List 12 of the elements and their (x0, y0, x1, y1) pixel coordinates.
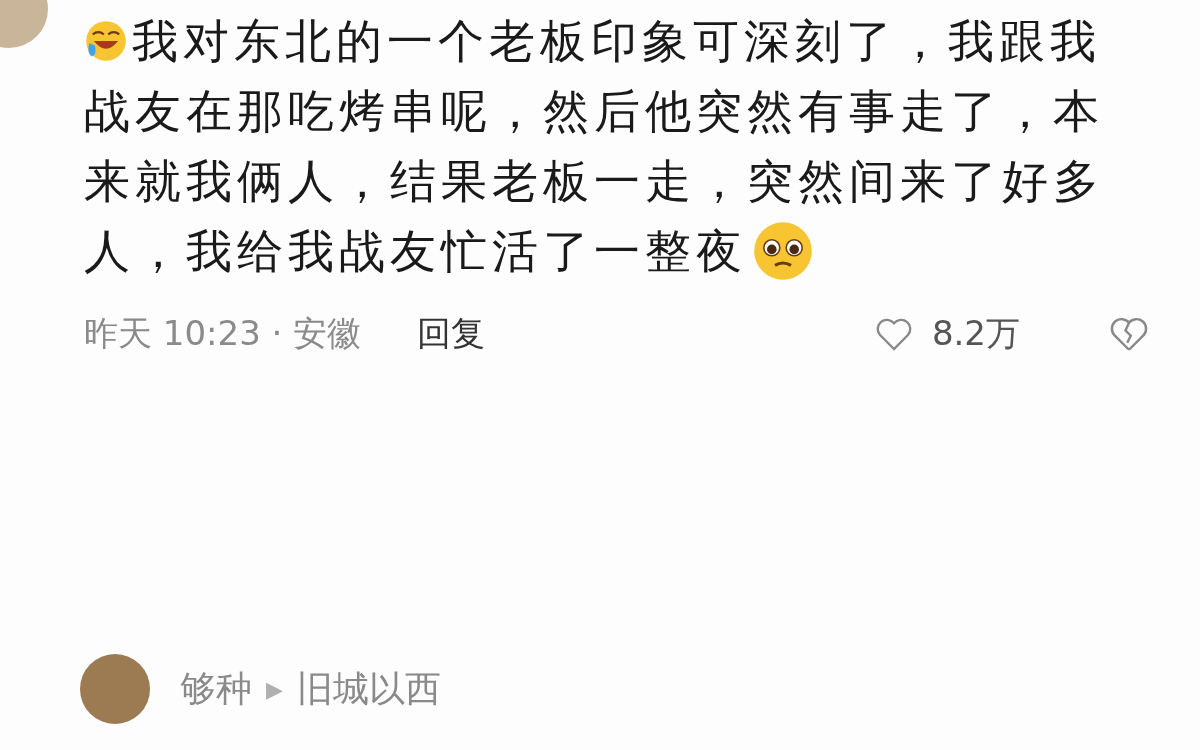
pleading-emoji-icon (751, 219, 815, 283)
reply-arrow: ▶ (266, 676, 283, 702)
laughing-crying-emoji-icon (84, 19, 128, 63)
reply-author[interactable]: 够种 (180, 664, 252, 714)
time-location: 昨天 10:23 · 安徽 (84, 312, 362, 355)
comment-text: 来就我俩人，结果老板一走，突然间来了好多 (84, 153, 1104, 210)
reply-to-name[interactable]: 旧城以西 (296, 664, 441, 714)
reply-link[interactable]: 回复 (417, 311, 486, 357)
comment-text: 人，我给我战友忙活了一整夜 (84, 223, 747, 280)
comment-text: 战友在那吃烤串呢，然后他突然有事走了，本 (84, 83, 1104, 140)
like-count: 8.2万 (931, 312, 1020, 355)
comment-text: 我对东北的一个老板印象可深刻了，我跟我 (132, 13, 1101, 70)
